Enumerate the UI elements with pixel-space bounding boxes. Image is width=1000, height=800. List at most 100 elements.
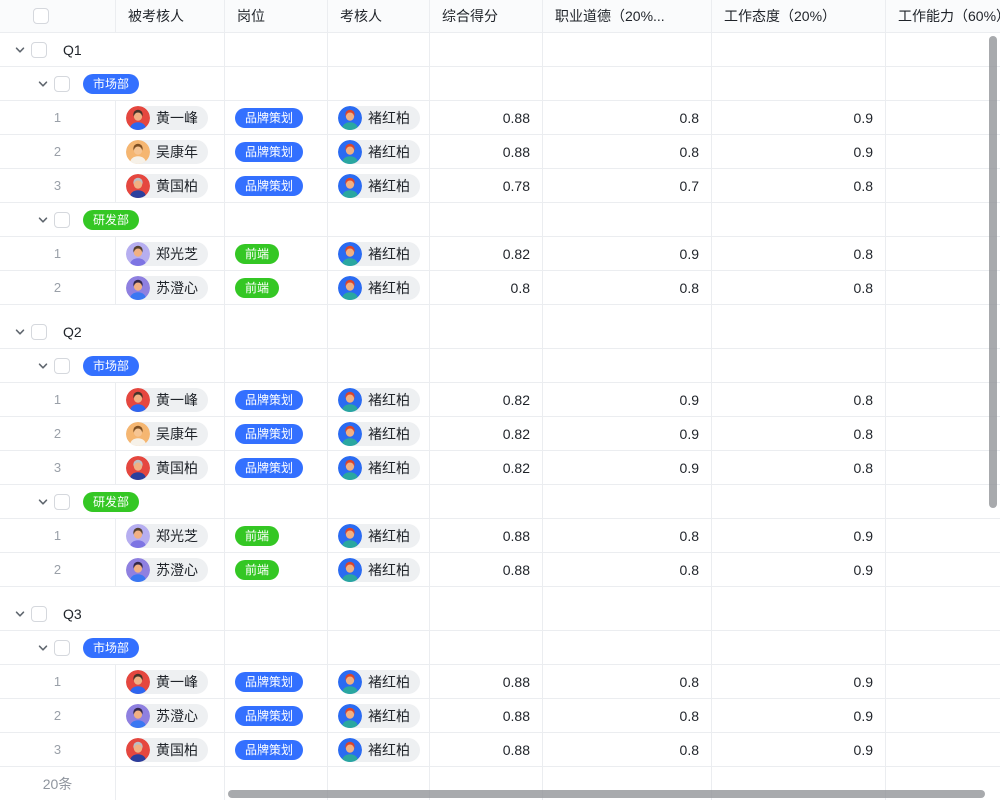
department-cell[interactable]: 研发部 xyxy=(0,203,225,237)
group-checkbox[interactable] xyxy=(31,42,47,58)
position-cell[interactable]: 前端 xyxy=(225,271,328,305)
assessee-cell[interactable]: 黄一峰 xyxy=(116,383,225,417)
attitude-cell[interactable]: 0.9 xyxy=(712,699,886,733)
ability-cell[interactable] xyxy=(886,101,1000,135)
position-cell[interactable]: 前端 xyxy=(225,519,328,553)
attitude-cell[interactable]: 0.8 xyxy=(712,451,886,485)
position-cell[interactable]: 前端 xyxy=(225,237,328,271)
ability-cell[interactable] xyxy=(886,169,1000,203)
position-cell[interactable]: 品牌策划 xyxy=(225,417,328,451)
overall-score-cell[interactable]: 0.82 xyxy=(430,383,543,417)
attitude-cell[interactable]: 0.8 xyxy=(712,271,886,305)
assessee-cell[interactable]: 郑光芝 xyxy=(116,519,225,553)
department-cell[interactable]: 研发部 xyxy=(0,485,225,519)
group-checkbox[interactable] xyxy=(31,606,47,622)
evaluator-cell[interactable]: 褚红柏 xyxy=(328,417,430,451)
ability-cell[interactable] xyxy=(886,553,1000,587)
position-cell[interactable]: 品牌策划 xyxy=(225,169,328,203)
ability-cell[interactable] xyxy=(886,451,1000,485)
quarter-cell[interactable]: Q2 xyxy=(0,315,225,349)
attitude-cell[interactable]: 0.9 xyxy=(712,135,886,169)
ethics-cell[interactable]: 0.8 xyxy=(543,271,712,305)
ethics-cell[interactable]: 0.9 xyxy=(543,417,712,451)
ability-cell[interactable] xyxy=(886,699,1000,733)
department-cell[interactable]: 市场部 xyxy=(0,67,225,101)
evaluator-cell[interactable]: 褚红柏 xyxy=(328,383,430,417)
assessee-cell[interactable]: 吴康年 xyxy=(116,135,225,169)
assessee-cell[interactable]: 郑光芝 xyxy=(116,237,225,271)
ability-cell[interactable] xyxy=(886,417,1000,451)
ethics-cell[interactable]: 0.8 xyxy=(543,665,712,699)
assessee-cell[interactable]: 黄一峰 xyxy=(116,665,225,699)
evaluator-cell[interactable]: 褚红柏 xyxy=(328,733,430,767)
ability-cell[interactable] xyxy=(886,237,1000,271)
overall-score-cell[interactable]: 0.82 xyxy=(430,237,543,271)
attitude-cell[interactable]: 0.9 xyxy=(712,519,886,553)
overall-score-cell[interactable]: 0.8 xyxy=(430,271,543,305)
overall-score-cell[interactable]: 0.88 xyxy=(430,519,543,553)
attitude-cell[interactable]: 0.8 xyxy=(712,169,886,203)
column-header-position[interactable]: 岗位 xyxy=(225,0,328,33)
row-index-cell[interactable]: 3 xyxy=(0,451,116,485)
overall-score-cell[interactable]: 0.88 xyxy=(430,553,543,587)
chevron-down-icon[interactable] xyxy=(12,42,28,58)
assessee-cell[interactable]: 苏澄心 xyxy=(116,271,225,305)
select-all-checkbox[interactable] xyxy=(33,8,49,24)
ability-cell[interactable] xyxy=(886,135,1000,169)
assessee-cell[interactable]: 黄一峰 xyxy=(116,101,225,135)
assessee-cell[interactable]: 黄国柏 xyxy=(116,451,225,485)
ethics-cell[interactable]: 0.8 xyxy=(543,101,712,135)
ethics-cell[interactable]: 0.8 xyxy=(543,553,712,587)
position-cell[interactable]: 品牌策划 xyxy=(225,451,328,485)
ethics-cell[interactable]: 0.8 xyxy=(543,519,712,553)
attitude-cell[interactable]: 0.9 xyxy=(712,665,886,699)
attitude-cell[interactable]: 0.8 xyxy=(712,237,886,271)
quarter-cell[interactable]: Q3 xyxy=(0,597,225,631)
position-cell[interactable]: 品牌策划 xyxy=(225,665,328,699)
group-checkbox[interactable] xyxy=(54,640,70,656)
evaluator-cell[interactable]: 褚红柏 xyxy=(328,135,430,169)
chevron-down-icon[interactable] xyxy=(35,76,51,92)
evaluator-cell[interactable]: 褚红柏 xyxy=(328,169,430,203)
group-checkbox[interactable] xyxy=(31,324,47,340)
ability-cell[interactable] xyxy=(886,665,1000,699)
position-cell[interactable]: 前端 xyxy=(225,553,328,587)
department-cell[interactable]: 市场部 xyxy=(0,631,225,665)
row-index-cell[interactable]: 1 xyxy=(0,665,116,699)
quarter-cell[interactable]: Q1 xyxy=(0,33,225,67)
ability-cell[interactable] xyxy=(886,271,1000,305)
assessee-cell[interactable]: 苏澄心 xyxy=(116,699,225,733)
evaluator-cell[interactable]: 褚红柏 xyxy=(328,699,430,733)
ethics-cell[interactable]: 0.8 xyxy=(543,733,712,767)
ethics-cell[interactable]: 0.8 xyxy=(543,135,712,169)
overall-score-cell[interactable]: 0.88 xyxy=(430,101,543,135)
evaluator-cell[interactable]: 褚红柏 xyxy=(328,101,430,135)
row-index-cell[interactable]: 1 xyxy=(0,237,116,271)
ethics-cell[interactable]: 0.9 xyxy=(543,237,712,271)
overall-score-cell[interactable]: 0.88 xyxy=(430,733,543,767)
row-index-cell[interactable]: 2 xyxy=(0,417,116,451)
position-cell[interactable]: 品牌策划 xyxy=(225,135,328,169)
column-header-assessee[interactable]: 被考核人 xyxy=(116,0,225,33)
chevron-down-icon[interactable] xyxy=(35,494,51,510)
ethics-cell[interactable]: 0.7 xyxy=(543,169,712,203)
assessee-cell[interactable]: 黄国柏 xyxy=(116,733,225,767)
overall-score-cell[interactable]: 0.82 xyxy=(430,451,543,485)
evaluator-cell[interactable]: 褚红柏 xyxy=(328,665,430,699)
position-cell[interactable]: 品牌策划 xyxy=(225,383,328,417)
column-header-overall-score[interactable]: 综合得分 xyxy=(430,0,543,33)
overall-score-cell[interactable]: 0.82 xyxy=(430,417,543,451)
chevron-down-icon[interactable] xyxy=(35,212,51,228)
column-header-ability[interactable]: 工作能力（60%） xyxy=(886,0,1000,33)
position-cell[interactable]: 品牌策划 xyxy=(225,101,328,135)
ability-cell[interactable] xyxy=(886,733,1000,767)
overall-score-cell[interactable]: 0.78 xyxy=(430,169,543,203)
attitude-cell[interactable]: 0.8 xyxy=(712,383,886,417)
row-index-cell[interactable]: 1 xyxy=(0,519,116,553)
row-index-cell[interactable]: 3 xyxy=(0,733,116,767)
row-index-cell[interactable]: 2 xyxy=(0,699,116,733)
column-header-ethics[interactable]: 职业道德（20%... xyxy=(543,0,712,33)
row-index-cell[interactable]: 2 xyxy=(0,271,116,305)
evaluator-cell[interactable]: 褚红柏 xyxy=(328,237,430,271)
row-index-cell[interactable]: 1 xyxy=(0,101,116,135)
